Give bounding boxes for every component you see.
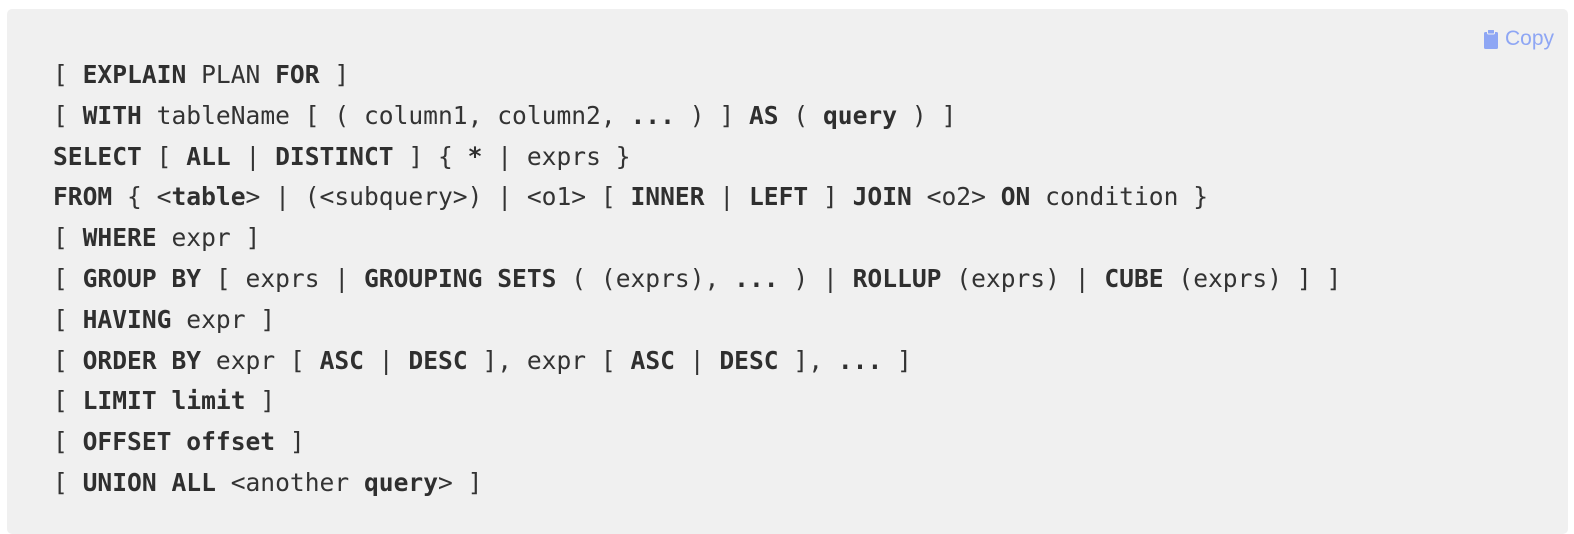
sql-keyword: WHERE	[82, 223, 157, 253]
sql-text: ]	[808, 182, 853, 212]
sql-text: [	[53, 60, 83, 89]
sql-text: ) ]	[674, 100, 749, 130]
sql-text: [	[141, 141, 187, 171]
sql-text: (exprs) |	[941, 263, 1105, 293]
sql-keyword: table	[171, 182, 246, 212]
sql-keyword: JOIN	[852, 182, 912, 212]
sql-keyword: FROM	[53, 182, 113, 212]
sql-keyword: ON	[1000, 182, 1031, 212]
code-line: [ WHERE expr ]	[53, 218, 1341, 259]
sql-text: [	[53, 467, 83, 497]
sql-text: ]	[245, 386, 276, 416]
sql-keyword: ASC	[630, 345, 675, 375]
sql-keyword: ALL	[186, 141, 231, 171]
sql-keyword: ...	[837, 345, 883, 375]
sql-keyword: ORDER BY	[82, 345, 202, 375]
sql-text: ],	[778, 345, 838, 375]
sql-keyword: INNER	[630, 182, 705, 212]
code-line: FROM { <table> | (<subquery>) | <o1> [ I…	[53, 177, 1341, 218]
sql-text: <another	[215, 467, 364, 497]
sql-keyword: query	[363, 467, 439, 497]
sql-text: ) |	[778, 263, 853, 293]
code-line: [ WITH tableName [ ( column1, column2, .…	[53, 96, 1341, 137]
sql-text: |	[230, 141, 276, 171]
sql-text: |	[363, 345, 409, 375]
sql-text: PLAN	[186, 60, 276, 89]
sql-keyword: HAVING	[82, 304, 172, 334]
sql-text: expr [	[201, 345, 320, 375]
code-line: [ EXPLAIN PLAN FOR ]	[53, 55, 1341, 96]
sql-keyword: GROUP BY	[82, 263, 202, 293]
code-line: [ HAVING expr ]	[53, 300, 1341, 341]
sql-text: ], expr [	[467, 345, 631, 375]
sql-keyword: DESC	[719, 345, 779, 375]
sql-keyword: LIMIT limit	[82, 386, 246, 416]
sql-keyword: ...	[630, 100, 675, 130]
sql-text: > ]	[438, 467, 483, 497]
sql-text: [ exprs |	[201, 263, 364, 293]
sql-text: |	[704, 182, 749, 212]
sql-keyword: LEFT	[748, 182, 809, 212]
code-line: [ OFFSET offset ]	[53, 422, 1341, 463]
sql-syntax-code: [ EXPLAIN PLAN FOR ][ WITH tableName [ (…	[53, 55, 1341, 504]
sql-keyword: DISTINCT	[275, 141, 394, 171]
sql-text: [	[53, 386, 83, 416]
sql-keyword: OFFSET offset	[82, 427, 276, 457]
sql-text: { <	[112, 182, 172, 212]
sql-keyword: ASC	[319, 345, 364, 375]
copy-button[interactable]: Copy	[1483, 27, 1554, 51]
sql-keyword: WITH	[82, 100, 142, 130]
sql-text: expr ]	[156, 223, 261, 253]
sql-keyword: AS	[748, 100, 779, 130]
sql-keyword: query	[823, 100, 898, 130]
sql-keyword: DESC	[408, 345, 468, 375]
sql-text: ]	[319, 60, 350, 89]
sql-text: ]	[882, 345, 912, 375]
sql-text: [	[53, 223, 83, 253]
sql-text: [	[53, 345, 83, 375]
sql-text: |	[674, 345, 720, 375]
code-line: [ GROUP BY [ exprs | GROUPING SETS ( (ex…	[53, 259, 1341, 300]
code-block: Copy [ EXPLAIN PLAN FOR ][ WITH tableNam…	[7, 9, 1568, 534]
sql-text: ( (exprs),	[556, 263, 735, 293]
sql-text: ) ]	[897, 100, 957, 130]
code-line: SELECT [ ALL | DISTINCT ] { * | exprs }	[53, 137, 1341, 178]
code-line: [ LIMIT limit ]	[53, 381, 1341, 422]
sql-keyword: GROUPING SETS	[363, 263, 557, 293]
sql-text: ]	[275, 427, 305, 457]
sql-text: condition }	[1030, 182, 1209, 212]
sql-text: [	[53, 427, 83, 457]
code-line: [ UNION ALL <another query> ]	[53, 463, 1341, 504]
sql-keyword: EXPLAIN	[82, 60, 187, 89]
sql-text: expr ]	[171, 304, 276, 334]
sql-text: (	[778, 100, 823, 130]
sql-keyword: ...	[734, 263, 779, 293]
sql-keyword: FOR	[275, 60, 320, 89]
sql-text: tableName [ ( column1, column2,	[141, 100, 631, 130]
sql-keyword: CUBE	[1104, 263, 1164, 293]
sql-text: [	[53, 304, 83, 334]
sql-text: > | (<subquery>) | <o1> [	[245, 182, 631, 212]
sql-text: [	[53, 263, 83, 293]
sql-keyword: *	[467, 141, 483, 171]
sql-text: ] {	[393, 141, 468, 171]
sql-text: | exprs }	[482, 141, 631, 171]
sql-keyword: ROLLUP	[852, 263, 942, 293]
sql-text: <o2>	[911, 182, 1001, 212]
sql-text: (exprs) ] ]	[1163, 263, 1342, 293]
sql-keyword: SELECT	[53, 141, 142, 171]
copy-button-label: Copy	[1504, 27, 1554, 50]
sql-text: [	[53, 100, 83, 130]
clipboard-icon	[1483, 28, 1499, 50]
sql-keyword: UNION ALL	[82, 467, 216, 497]
code-line: [ ORDER BY expr [ ASC | DESC ], expr [ A…	[53, 341, 1341, 382]
